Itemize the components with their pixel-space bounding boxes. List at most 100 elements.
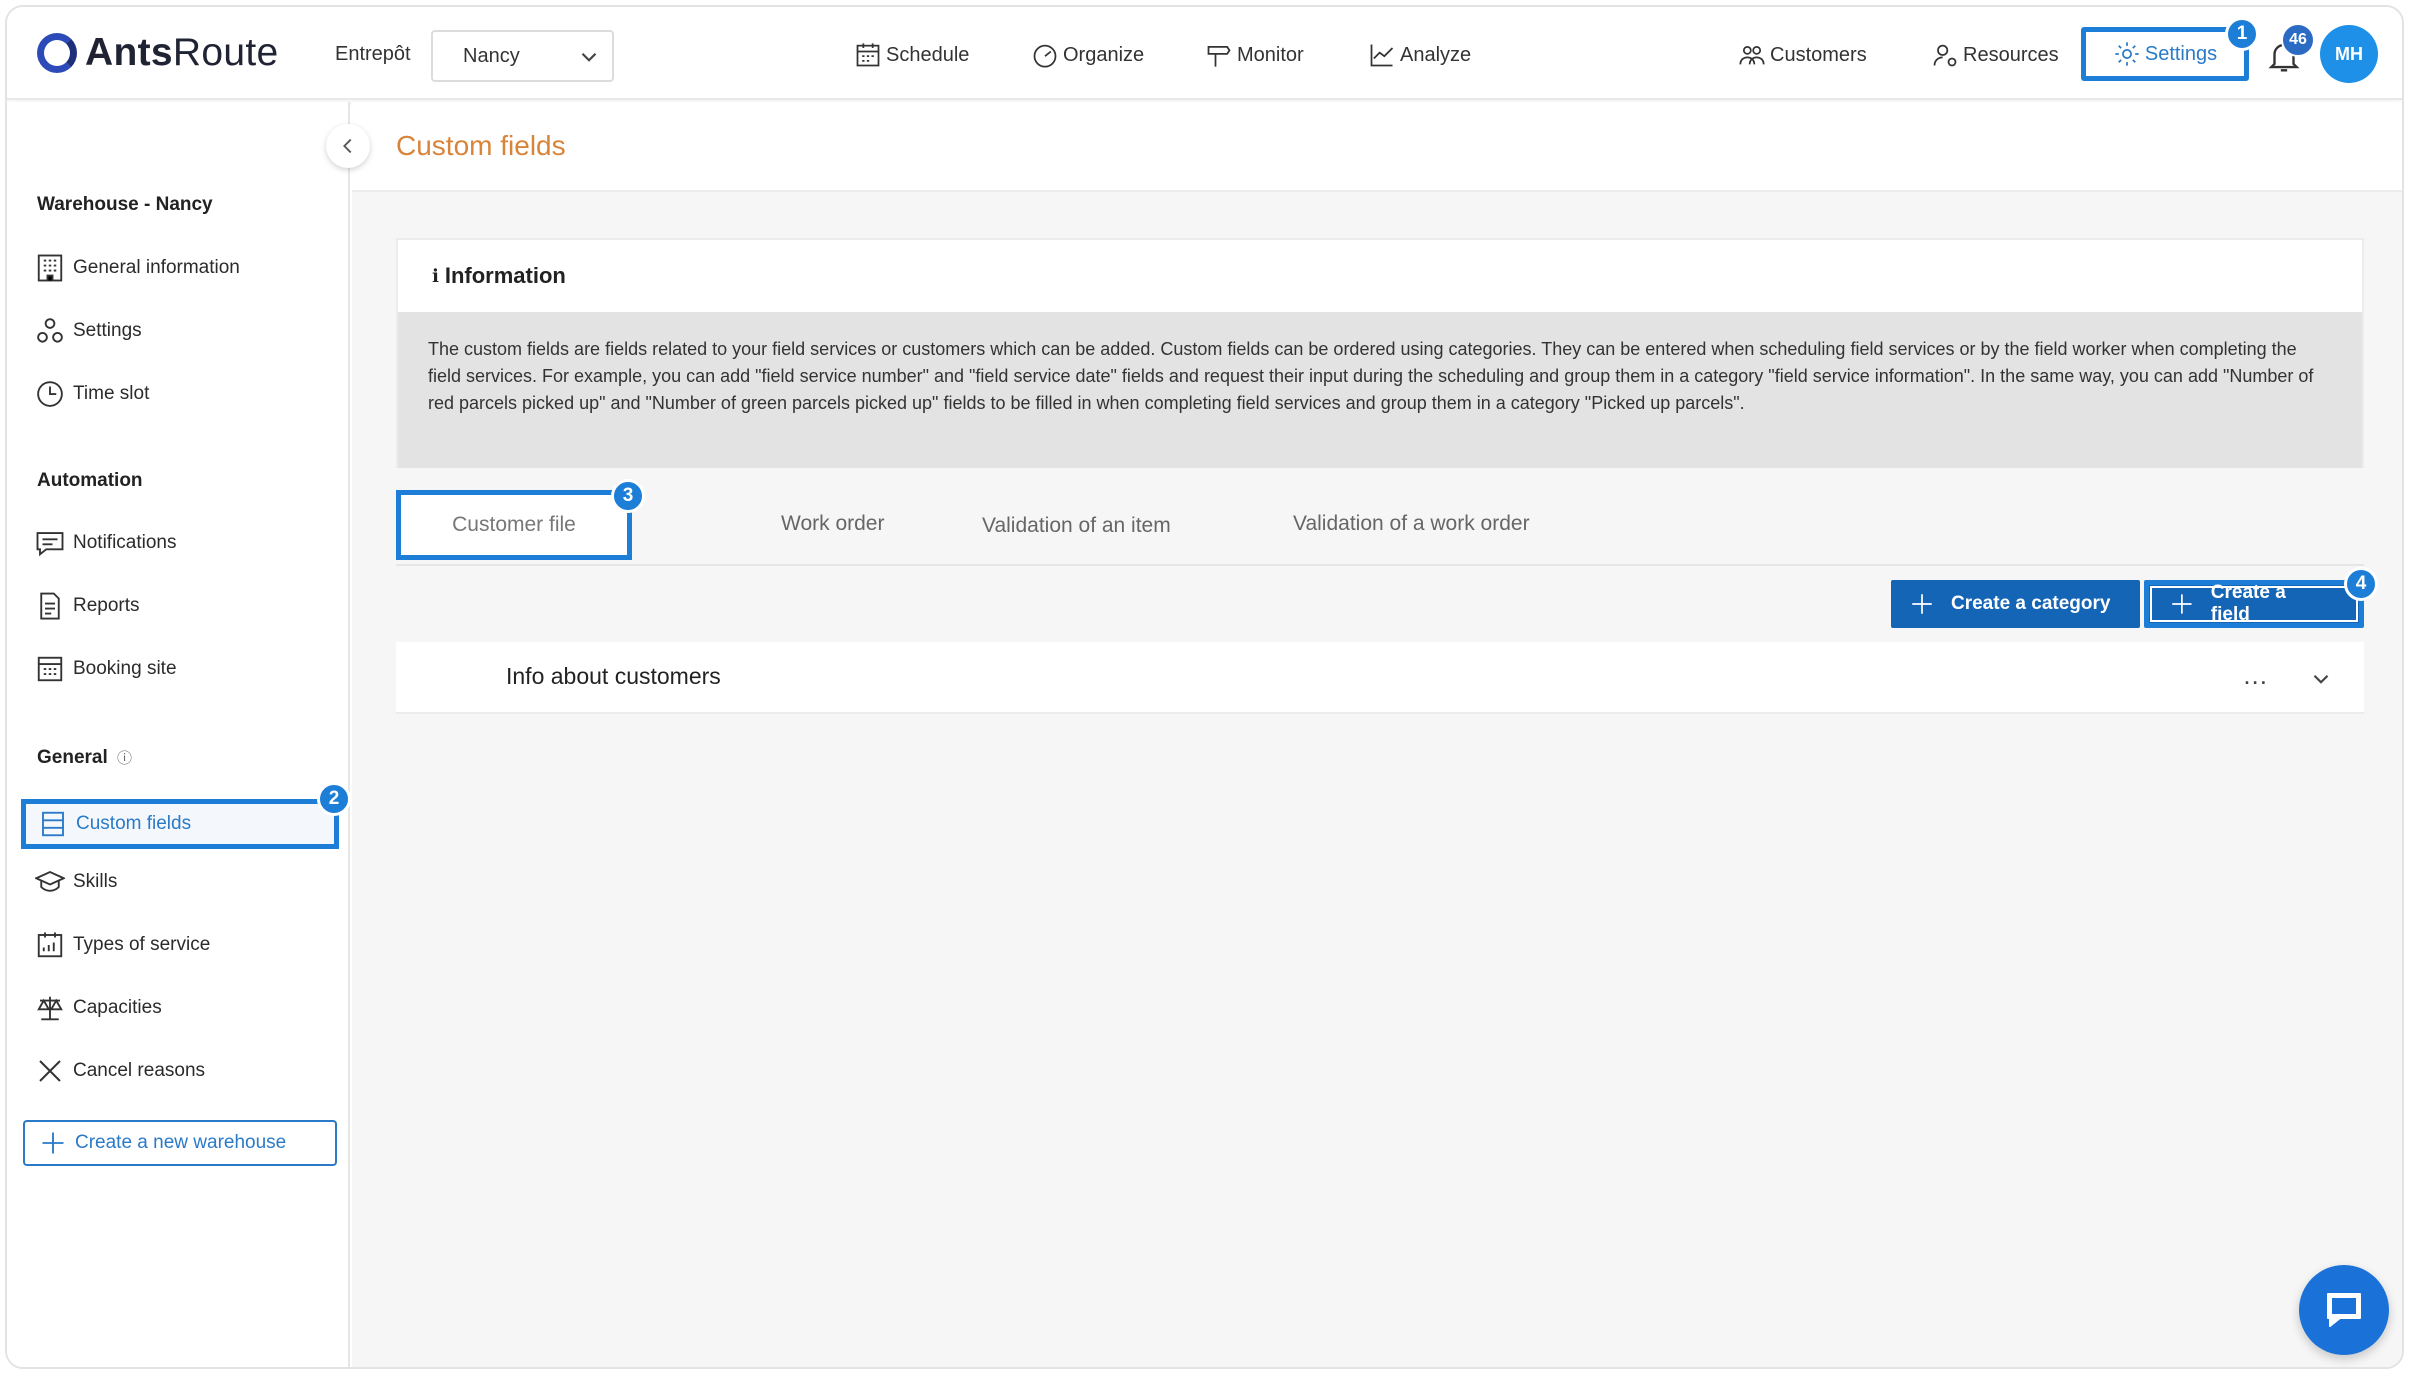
- notification-count-badge: 46: [2281, 23, 2315, 57]
- tab-label: Validation of an item: [982, 514, 1171, 537]
- step-badge-2: 2: [317, 782, 351, 816]
- info-small-icon: ℹ: [432, 265, 439, 286]
- sidebar-item-booking-site[interactable]: Booking site: [35, 649, 177, 689]
- information-title: Information: [444, 263, 566, 288]
- sidebar-item-label: Skills: [73, 871, 118, 892]
- sidebar-item-settings[interactable]: Settings: [35, 311, 142, 351]
- nav-schedule-label: Schedule: [886, 43, 970, 66]
- document-icon: [40, 592, 60, 620]
- sidebar-item-general-information[interactable]: General information: [35, 248, 240, 288]
- category-row[interactable]: Info about customers ...: [396, 642, 2364, 714]
- nav-customers[interactable]: Customers: [1738, 35, 1867, 75]
- tab-label: Validation of a work order: [1293, 512, 1530, 535]
- tab-validation-of-a-work-order[interactable]: Validation of a work order: [1293, 486, 1530, 562]
- sidebar-item-label: General information: [73, 257, 240, 278]
- calendar-grid-icon: [37, 656, 63, 682]
- sidebar-item-types-of-service[interactable]: Types of service: [35, 925, 210, 965]
- nav-resources[interactable]: Resources: [1931, 35, 2059, 75]
- page-header: Custom fields: [352, 102, 2402, 192]
- logo-text-rest: Route: [172, 31, 279, 74]
- tabs-bar: Customer file Work order Validation of a…: [396, 486, 2364, 566]
- sidebar-item-time-slot[interactable]: Time slot: [35, 374, 149, 414]
- sidebar-item-skills[interactable]: Skills: [35, 862, 117, 902]
- plus-icon: [42, 1132, 64, 1154]
- sidebar-item-label: Reports: [73, 595, 140, 616]
- sidebar-item-label: Settings: [73, 320, 142, 341]
- information-card-header: ℹ Information: [398, 240, 2362, 312]
- warehouse-select-value: Nancy: [463, 44, 520, 67]
- chat-icon: [2327, 1293, 2361, 1327]
- warehouse-label: Entrepôt: [335, 43, 411, 65]
- nav-settings-label: Settings: [2144, 42, 2218, 65]
- create-new-warehouse-button[interactable]: Create a new warehouse: [23, 1120, 337, 1166]
- sidebar-section-general: General ⓘ: [37, 747, 132, 769]
- sidebar-section-warehouse: Warehouse - Nancy: [37, 194, 213, 215]
- step-badge-4: 4: [2344, 567, 2378, 601]
- sidebar-item-label: Types of service: [73, 934, 211, 955]
- user-avatar[interactable]: MH: [2320, 25, 2378, 83]
- logo-text-bold: Ants: [85, 31, 173, 74]
- users-icon: [1739, 45, 1765, 65]
- sidebar-item-label: Notifications: [73, 532, 177, 553]
- chevron-left-icon: [343, 138, 352, 154]
- sidebar-item-reports[interactable]: Reports: [35, 586, 140, 626]
- tab-label: Work order: [781, 512, 885, 535]
- information-text: The custom fields are fields related to …: [398, 312, 2362, 468]
- sidebar-item-label: Time slot: [73, 383, 150, 404]
- nav-analyze[interactable]: Analyze: [1368, 35, 1471, 75]
- gear-icon: [2115, 42, 2139, 66]
- nav-schedule[interactable]: Schedule: [854, 35, 969, 75]
- building-icon: [37, 254, 63, 282]
- nav-customers-label: Customers: [1770, 43, 1867, 66]
- create-new-warehouse-label: Create a new warehouse: [75, 1132, 287, 1153]
- signpost-icon: [1207, 45, 1231, 67]
- nav-monitor[interactable]: Monitor: [1205, 35, 1304, 75]
- sidebar-item-label: Custom fields: [76, 813, 192, 834]
- calendar-icon: [856, 43, 880, 67]
- chart-icon: [1370, 44, 1394, 67]
- more-options-icon[interactable]: ...: [2243, 660, 2268, 691]
- category-name: Info about customers: [506, 663, 721, 689]
- info-icon: ⓘ: [117, 750, 133, 767]
- nav-organize-label: Organize: [1063, 43, 1145, 66]
- scale-icon: [37, 996, 63, 1021]
- sidebar-item-cancel-reasons[interactable]: Cancel reasons: [35, 1051, 205, 1091]
- sidebar-item-custom-fields[interactable]: Custom fields: [21, 799, 339, 849]
- close-icon: [39, 1060, 61, 1082]
- nav-monitor-label: Monitor: [1237, 43, 1304, 66]
- tab-customer-file[interactable]: Customer file: [396, 490, 632, 560]
- sidebar: Warehouse - Nancy General information Se…: [7, 102, 351, 1367]
- nav-analyze-label: Analyze: [1400, 43, 1472, 66]
- tab-validation-of-an-item[interactable]: Validation of an item: [982, 488, 1171, 564]
- sidebar-item-label: Capacities: [73, 997, 162, 1018]
- logo-icon: [37, 33, 77, 73]
- sidebar-section-general-label: General: [37, 747, 108, 768]
- sidebar-item-label: Booking site: [73, 658, 177, 679]
- warehouse-select[interactable]: Nancy: [431, 30, 614, 82]
- sidebar-item-notifications[interactable]: Notifications: [35, 523, 177, 563]
- top-bar: AntsRoute Entrepôt Nancy Schedule Organi…: [7, 7, 2402, 100]
- main-content: Custom fields ℹ Information The custom f…: [352, 102, 2402, 1367]
- sidebar-collapse-button[interactable]: [326, 124, 370, 168]
- nav-resources-label: Resources: [1963, 43, 2059, 66]
- chevron-down-icon: [581, 52, 597, 62]
- chevron-down-icon[interactable]: [2308, 666, 2334, 692]
- create-category-label: Create a category: [1951, 593, 2111, 614]
- clock-icon: [37, 381, 63, 407]
- antsroute-logo[interactable]: AntsRoute: [37, 29, 278, 77]
- user-gear-icon: [1933, 44, 1957, 67]
- app-window: AntsRoute Entrepôt Nancy Schedule Organi…: [5, 5, 2404, 1369]
- graduation-cap-icon: [35, 870, 65, 892]
- tab-work-order[interactable]: Work order: [781, 486, 884, 562]
- page-title: Custom fields: [396, 130, 566, 161]
- nav-organize[interactable]: Organize: [1031, 35, 1144, 75]
- create-field-button[interactable]: Create a field: [2144, 580, 2364, 628]
- chat-button[interactable]: [2299, 1265, 2389, 1355]
- step-badge-1: 1: [2225, 17, 2259, 51]
- nav-settings-button[interactable]: Settings: [2081, 27, 2249, 81]
- information-card: ℹ Information The custom fields are fiel…: [396, 238, 2364, 468]
- message-icon: [36, 532, 64, 557]
- sidebar-item-capacities[interactable]: Capacities: [35, 988, 162, 1028]
- create-category-button[interactable]: Create a category: [1891, 580, 2141, 628]
- create-field-label: Create a field: [2210, 582, 2286, 625]
